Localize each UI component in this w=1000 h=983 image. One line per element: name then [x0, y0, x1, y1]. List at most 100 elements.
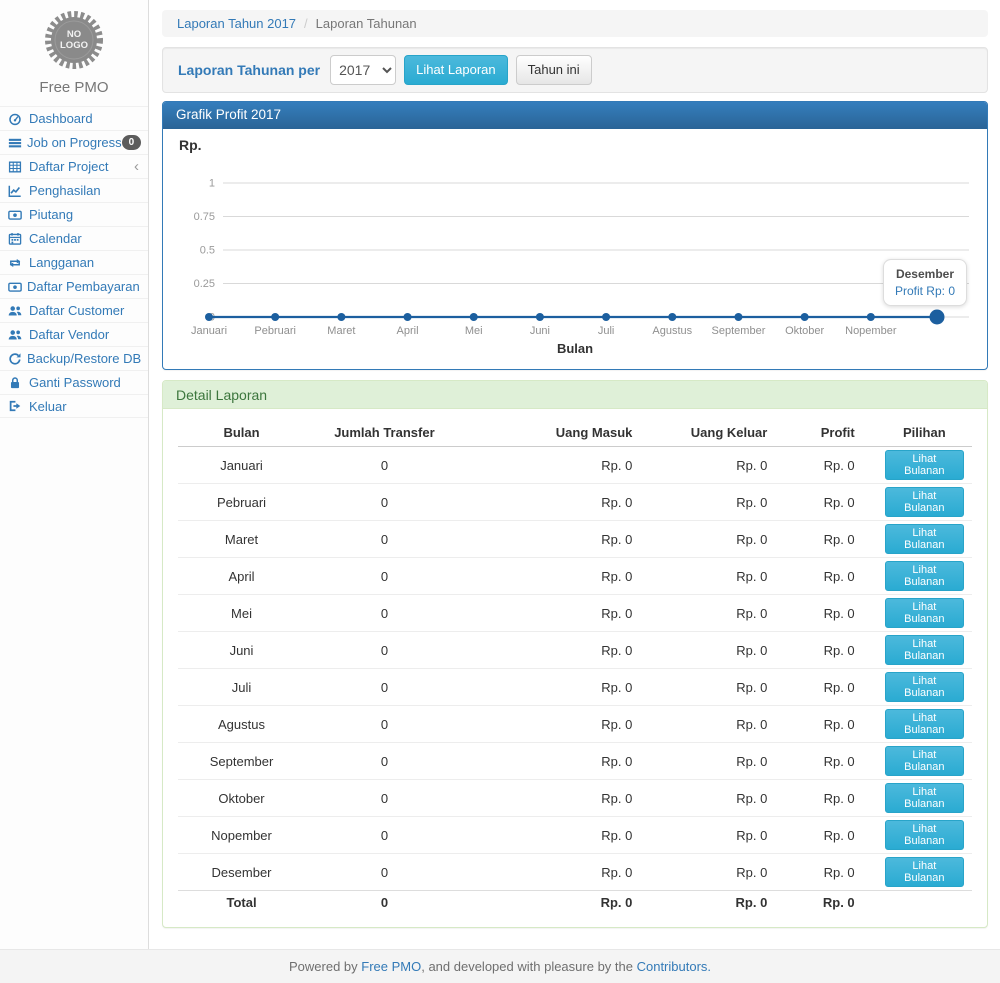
- chart-panel-title: Grafik Profit 2017: [163, 102, 987, 129]
- cell-pilihan: Lihat Bulanan: [877, 632, 972, 669]
- sidebar-item-keluar[interactable]: Keluar: [0, 394, 148, 418]
- profit-chart-panel: Grafik Profit 2017 Rp. 00.250.50.751Janu…: [162, 101, 988, 370]
- cell-uang-keluar: Rp. 0: [654, 632, 789, 669]
- lihat-bulanan-button[interactable]: Lihat Bulanan: [885, 746, 964, 776]
- cell-pilihan: Lihat Bulanan: [877, 484, 972, 521]
- table-row: September0Rp. 0Rp. 0Rp. 0Lihat Bulanan: [178, 743, 972, 780]
- svg-text:Maret: Maret: [327, 325, 355, 337]
- cell-jumlah-transfer: 0: [305, 558, 464, 595]
- users-icon: [8, 304, 24, 318]
- breadcrumb-link[interactable]: Laporan Tahun 2017: [177, 16, 296, 31]
- svg-text:Mei: Mei: [465, 325, 483, 337]
- cell-bulan: September: [178, 743, 305, 780]
- sidebar-item-label: Keluar: [29, 399, 67, 414]
- svg-text:Juni: Juni: [530, 325, 550, 337]
- sidebar-item-job-on-progress[interactable]: Job on Progress0: [0, 130, 148, 154]
- cell-uang-masuk: Rp. 0: [464, 669, 655, 706]
- sidebar-item-daftar-customer[interactable]: Daftar Customer: [0, 298, 148, 322]
- sidebar-item-backup-restore-db[interactable]: Backup/Restore DB: [0, 346, 148, 370]
- table-row: Oktober0Rp. 0Rp. 0Rp. 0Lihat Bulanan: [178, 780, 972, 817]
- cell-uang-masuk: Rp. 0: [464, 891, 655, 915]
- sidebar-item-penghasilan[interactable]: Penghasilan: [0, 178, 148, 202]
- cell-pilihan: Lihat Bulanan: [877, 669, 972, 706]
- tahun-ini-button[interactable]: Tahun ini: [516, 55, 592, 85]
- lihat-bulanan-button[interactable]: Lihat Bulanan: [885, 783, 964, 813]
- cell-bulan: Maret: [178, 521, 305, 558]
- svg-text:0.25: 0.25: [194, 278, 215, 290]
- report-filter-panel: Laporan Tahunan per 2017 Lihat Laporan T…: [162, 47, 988, 93]
- cell-bulan: Agustus: [178, 706, 305, 743]
- count-badge: 0: [122, 135, 142, 150]
- free-pmo-link[interactable]: Free PMO: [361, 959, 421, 974]
- sidebar-item-label: Daftar Customer: [29, 303, 124, 318]
- sidebar-item-label: Langganan: [29, 255, 94, 270]
- lihat-bulanan-button[interactable]: Lihat Bulanan: [885, 820, 964, 850]
- sidebar-item-daftar-vendor[interactable]: Daftar Vendor: [0, 322, 148, 346]
- cell-pilihan: Lihat Bulanan: [877, 743, 972, 780]
- svg-text:Januari: Januari: [191, 325, 227, 337]
- sidebar-item-dashboard[interactable]: Dashboard: [0, 106, 148, 130]
- logo-text-line1: NO: [67, 29, 81, 40]
- sidebar-item-calendar[interactable]: Calendar: [0, 226, 148, 250]
- tooltip-value: Profit Rp: 0: [895, 284, 955, 298]
- column-header-uang-masuk: Uang Masuk: [464, 419, 655, 447]
- lihat-bulanan-button[interactable]: Lihat Bulanan: [885, 487, 964, 517]
- svg-text:0.75: 0.75: [194, 211, 215, 223]
- svg-text:Pebruari: Pebruari: [254, 325, 296, 337]
- dashboard-icon: [8, 112, 24, 126]
- y-axis-title: Rp.: [179, 137, 971, 159]
- svg-text:Nopember: Nopember: [845, 325, 897, 337]
- cell-bulan: Oktober: [178, 780, 305, 817]
- cell-uang-keluar: Rp. 0: [654, 669, 789, 706]
- cell-uang-masuk: Rp. 0: [464, 854, 655, 891]
- contributors-link[interactable]: Contributors.: [637, 959, 711, 974]
- no-logo-icon: NO LOGO: [42, 8, 106, 72]
- cell-profit: Rp. 0: [789, 484, 876, 521]
- sidebar-item-langganan[interactable]: Langganan: [0, 250, 148, 274]
- line-chart-icon: [8, 184, 24, 198]
- sidebar-menu: DashboardJob on Progress0Daftar Project‹…: [0, 106, 148, 418]
- tasks-icon: [8, 136, 22, 150]
- cell-jumlah-transfer: 0: [305, 817, 464, 854]
- tooltip-title: Desember: [895, 267, 955, 281]
- refresh-icon: [8, 352, 22, 366]
- lihat-bulanan-button[interactable]: Lihat Bulanan: [885, 709, 964, 739]
- profit-chart: Rp. 00.250.50.751JanuariPebruariMaretApr…: [163, 129, 987, 369]
- cell-profit: Rp. 0: [789, 595, 876, 632]
- cell-jumlah-transfer: 0: [305, 595, 464, 632]
- cell-uang-keluar: Rp. 0: [654, 521, 789, 558]
- sidebar-item-label: Job on Progress: [27, 135, 122, 150]
- lihat-bulanan-button[interactable]: Lihat Bulanan: [885, 635, 964, 665]
- lihat-bulanan-button[interactable]: Lihat Bulanan: [885, 598, 964, 628]
- sidebar-item-daftar-project[interactable]: Daftar Project‹: [0, 154, 148, 178]
- cell-uang-masuk: Rp. 0: [464, 595, 655, 632]
- cell-bulan: Nopember: [178, 817, 305, 854]
- sidebar-item-ganti-password[interactable]: Ganti Password: [0, 370, 148, 394]
- cell-bulan: Mei: [178, 595, 305, 632]
- cell-uang-keluar: Rp. 0: [654, 891, 789, 915]
- lihat-bulanan-button[interactable]: Lihat Bulanan: [885, 450, 964, 480]
- footer: Powered by Free PMO, and developed with …: [0, 949, 1000, 983]
- cell-uang-keluar: Rp. 0: [654, 854, 789, 891]
- cell-bulan: Total: [178, 891, 305, 915]
- logo-text-line2: LOGO: [60, 40, 88, 51]
- detail-panel-title: Detail Laporan: [163, 381, 987, 409]
- sidebar-item-daftar-pembayaran[interactable]: Daftar Pembayaran: [0, 274, 148, 298]
- column-header-uang-keluar: Uang Keluar: [654, 419, 789, 447]
- breadcrumb-separator: /: [304, 16, 308, 31]
- lihat-bulanan-button[interactable]: Lihat Bulanan: [885, 857, 964, 887]
- lihat-bulanan-button[interactable]: Lihat Bulanan: [885, 561, 964, 591]
- lihat-bulanan-button[interactable]: Lihat Bulanan: [885, 672, 964, 702]
- sidebar-item-label: Calendar: [29, 231, 82, 246]
- lihat-laporan-button[interactable]: Lihat Laporan: [404, 55, 508, 85]
- cell-uang-masuk: Rp. 0: [464, 706, 655, 743]
- year-select[interactable]: 2017: [330, 55, 396, 85]
- lihat-bulanan-button[interactable]: Lihat Bulanan: [885, 524, 964, 554]
- cell-pilihan: Lihat Bulanan: [877, 595, 972, 632]
- cell-jumlah-transfer: 0: [305, 632, 464, 669]
- svg-text:Juli: Juli: [598, 325, 615, 337]
- column-header-jumlah-transfer: Jumlah Transfer: [305, 419, 464, 447]
- sidebar-item-piutang[interactable]: Piutang: [0, 202, 148, 226]
- table-header-row: BulanJumlah TransferUang MasukUang Kelua…: [178, 419, 972, 447]
- sidebar: NO LOGO Free PMO DashboardJob on Progres…: [0, 0, 149, 949]
